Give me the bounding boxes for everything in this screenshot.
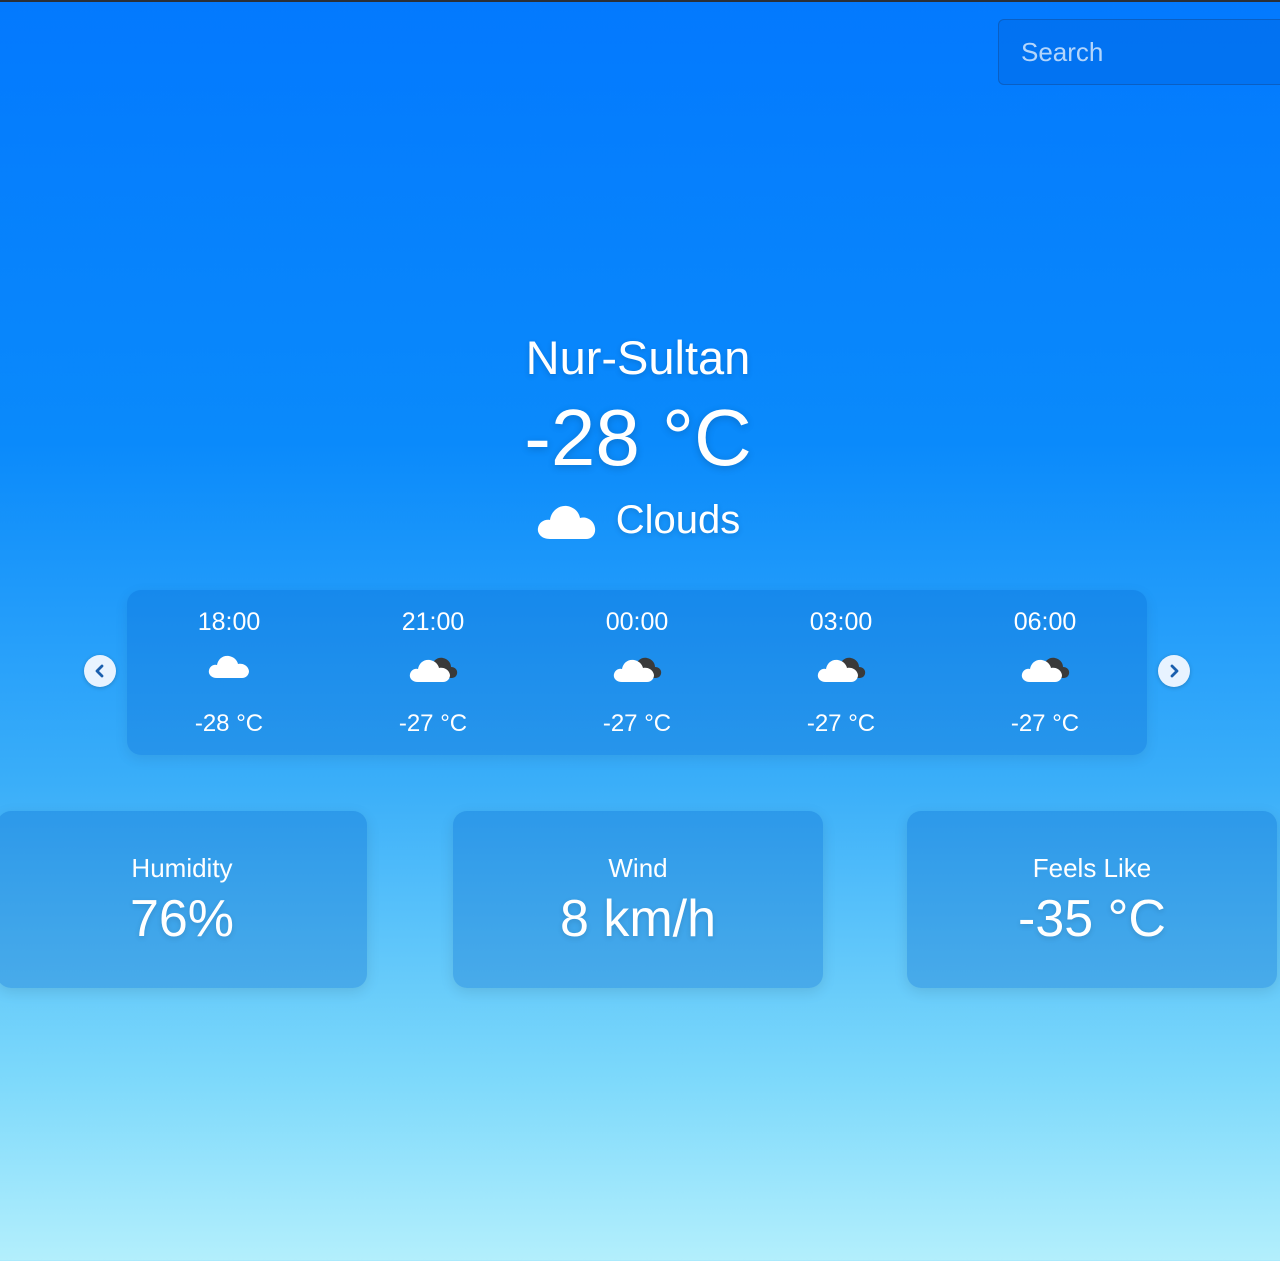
city-name: Nur-Sultan xyxy=(525,331,751,384)
broken-clouds-icon xyxy=(816,652,866,689)
humidity-value: 76% xyxy=(129,890,235,948)
hourly-forecast: 18:00 -28 °C 21:00 -27 °C 00:00 -27 °C 0… xyxy=(127,590,1147,755)
forecast-temp: -27 °C xyxy=(1010,710,1080,737)
forecast-next-button[interactable] xyxy=(1158,655,1190,687)
cloud-icon xyxy=(536,501,598,541)
forecast-temp: -27 °C xyxy=(806,710,876,737)
forecast-time: 18:00 xyxy=(197,608,261,636)
forecast-time: 06:00 xyxy=(1013,608,1077,636)
forecast-time: 00:00 xyxy=(605,608,669,636)
chevron-right-icon xyxy=(1170,664,1179,678)
wind-label: Wind xyxy=(608,853,668,883)
current-condition: Clouds xyxy=(0,498,1276,543)
forecast-temp: -27 °C xyxy=(602,710,672,737)
humidity-label: Humidity xyxy=(131,853,233,883)
feels-like-label: Feels Like xyxy=(1032,853,1152,883)
cloud-icon xyxy=(207,652,251,685)
current-temperature: -28 °C xyxy=(524,393,752,482)
broken-clouds-icon xyxy=(612,652,662,689)
top-border xyxy=(0,0,1280,2)
broken-clouds-icon xyxy=(408,652,458,689)
feels-like-value: -35 °C xyxy=(1018,890,1166,948)
forecast-temp: -27 °C xyxy=(398,710,468,737)
forecast-prev-button[interactable] xyxy=(84,655,116,687)
search-input[interactable] xyxy=(998,19,1280,85)
wind-card: Wind 8 km/h xyxy=(453,811,823,988)
feels-like-card: Feels Like -35 °C xyxy=(907,811,1277,988)
forecast-item: 03:00 -27 °C xyxy=(739,590,943,755)
condition-label: Clouds xyxy=(615,498,741,542)
wind-value: 8 km/h xyxy=(559,890,717,948)
broken-clouds-icon xyxy=(1020,652,1070,689)
forecast-item: 18:00 -28 °C xyxy=(127,590,331,755)
forecast-item: 00:00 -27 °C xyxy=(535,590,739,755)
forecast-item: 21:00 -27 °C xyxy=(331,590,535,755)
chevron-left-icon xyxy=(95,664,104,678)
forecast-time: 03:00 xyxy=(809,608,873,636)
forecast-temp: -28 °C xyxy=(194,710,264,737)
forecast-item: 06:00 -27 °C xyxy=(943,590,1147,755)
forecast-time: 21:00 xyxy=(401,608,465,636)
humidity-card: Humidity 76% xyxy=(0,811,367,988)
